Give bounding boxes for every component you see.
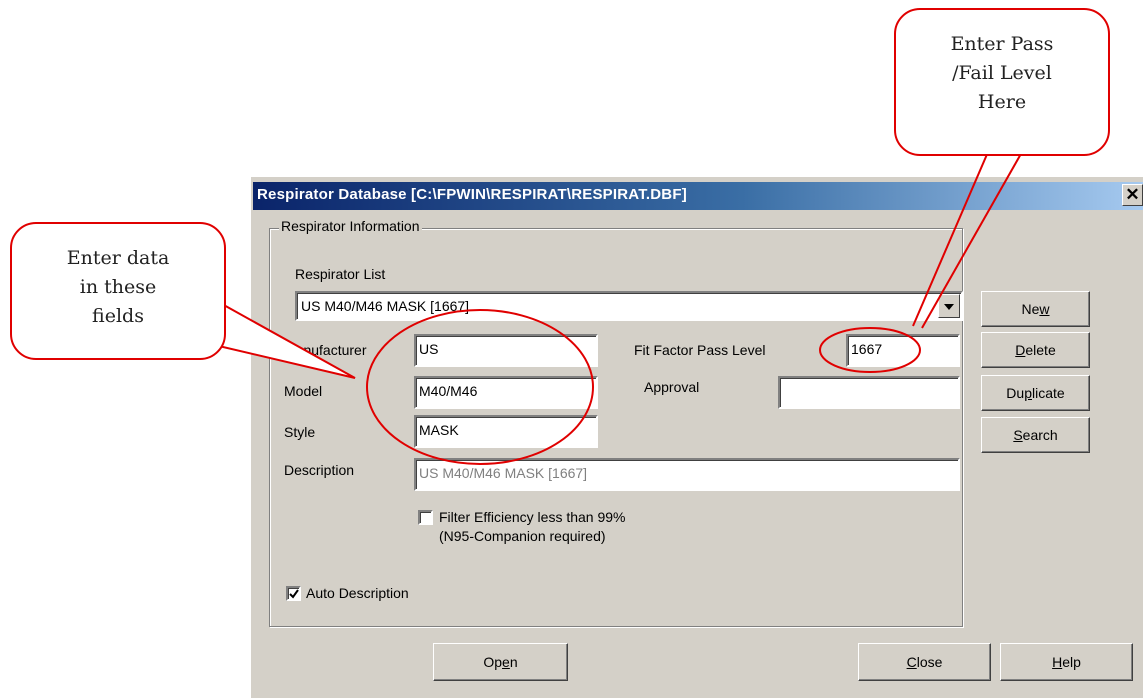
right-callout-pointer-a xyxy=(912,151,989,327)
data-fields-callout-text: Enter data in these fields xyxy=(10,244,226,331)
callout-left-line2: in these xyxy=(79,276,157,298)
callout-left-line1: Enter data xyxy=(66,247,170,269)
callout-left-line3: fields xyxy=(92,305,144,327)
fit-factor-highlight-ellipse xyxy=(819,327,921,373)
callout-right-line2: /Fail Level xyxy=(952,62,1052,84)
pass-level-callout-text: Enter Pass /Fail Level Here xyxy=(894,30,1110,117)
left-callout-pointer xyxy=(205,303,356,379)
callout-right-line1: Enter Pass xyxy=(950,33,1054,55)
callout-right-line3: Here xyxy=(977,91,1027,113)
fields-highlight-ellipse xyxy=(366,309,594,465)
right-callout-pointer-b xyxy=(921,151,1023,329)
